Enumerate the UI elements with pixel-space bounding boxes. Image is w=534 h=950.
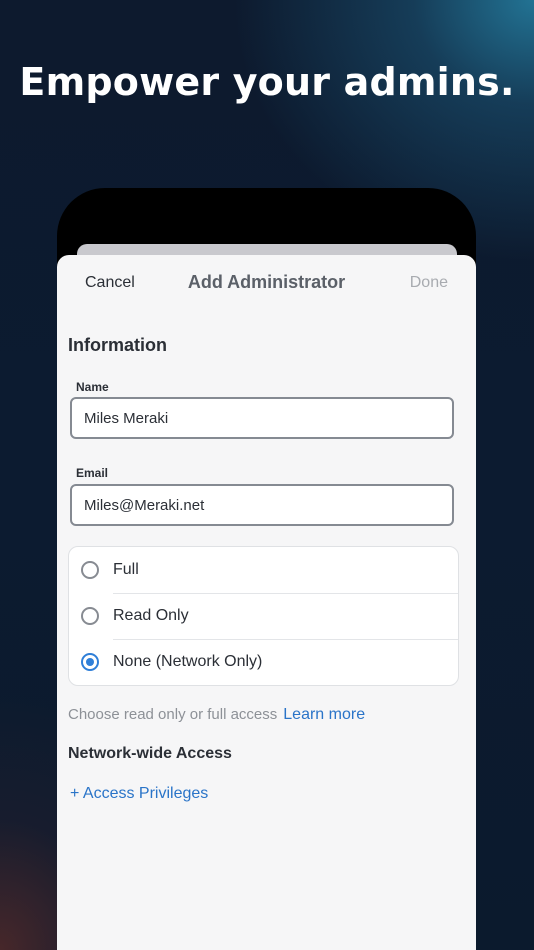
radio-button-selected-icon: [81, 653, 99, 671]
name-label: Name: [76, 380, 109, 394]
radio-option-full[interactable]: Full: [69, 547, 458, 593]
radio-label: None (Network Only): [113, 653, 263, 670]
radio-option-read-only[interactable]: Read Only: [69, 593, 458, 639]
email-field[interactable]: Miles@Meraki.net: [70, 484, 454, 526]
name-field[interactable]: Miles Meraki: [70, 397, 454, 439]
access-hint: Choose read only or full access Learn mor…: [68, 706, 365, 724]
hint-text: Choose read only or full access: [68, 706, 278, 723]
email-label: Email: [76, 466, 109, 480]
learn-more-link[interactable]: Learn more: [283, 706, 365, 723]
network-wide-access-title: Network-wide Access: [68, 745, 232, 762]
radio-button-icon: [81, 561, 99, 579]
access-privileges-link[interactable]: + Access Privileges: [70, 785, 208, 803]
radio-label: Read Only: [113, 607, 189, 624]
information-section-title: Information: [68, 335, 167, 355]
access-level-options: Full Read Only None (Network Only): [68, 546, 459, 686]
add-administrator-sheet: Cancel Add Administrator Done Informatio…: [57, 255, 476, 950]
radio-option-none[interactable]: None (Network Only): [69, 639, 458, 685]
headline: Empower your admins.: [19, 60, 515, 104]
done-button[interactable]: Done: [410, 274, 448, 292]
radio-label: Full: [113, 561, 139, 578]
radio-button-icon: [81, 607, 99, 625]
